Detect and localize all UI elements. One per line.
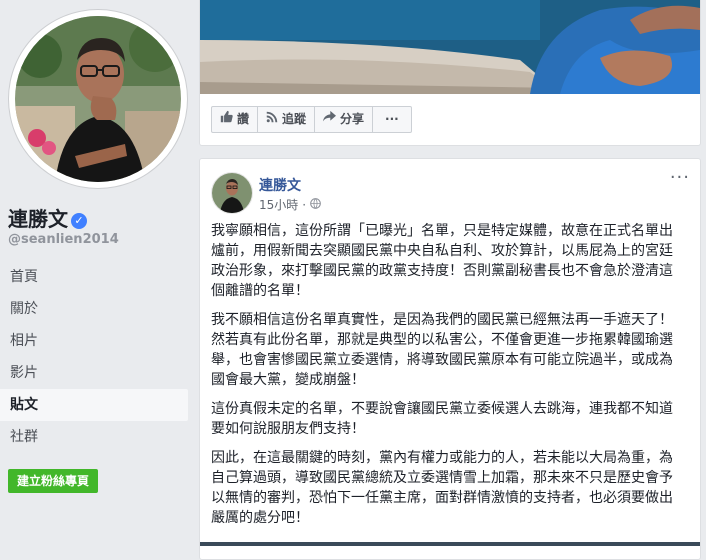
- avatar-illustration: [212, 173, 252, 213]
- post-author-name[interactable]: 連勝文: [259, 175, 301, 195]
- page-action-bar: 讚 追蹤 分享 ···: [211, 106, 412, 133]
- nav-item-home[interactable]: 首頁: [0, 261, 188, 293]
- post-author-avatar[interactable]: [211, 172, 253, 214]
- post-paragraph: 我不願相信這份名單真實性，是因為我們的國民黨已經無法再一手遮天了！然若真有此份名…: [211, 312, 673, 388]
- post-paragraph: 因此，在這最關鍵的時刻，黨內有權力或能力的人，若未能以大局為重，為自己算過頭，導…: [211, 450, 673, 526]
- page-name[interactable]: 連勝文 ✓: [8, 203, 87, 232]
- nav-item-posts[interactable]: 貼文: [0, 389, 188, 421]
- cover-card: 讚 追蹤 分享 ···: [199, 0, 701, 146]
- globe-icon[interactable]: [310, 197, 321, 212]
- profile-photo-illustration: [15, 16, 181, 182]
- post-body: 我寧願相信，這份所謂「已曝光」名單，只是特定媒體，故意在正式名單出爐前，用假新聞…: [211, 221, 681, 537]
- more-options-button[interactable]: ···: [373, 106, 412, 133]
- post-card: 連勝文 15小時 · ··· 我寧願相信，這份所謂「已曝光」名單，只是特定媒體，…: [199, 158, 701, 560]
- thumbs-up-icon: [220, 107, 233, 132]
- follow-page-label: 追蹤: [282, 112, 307, 126]
- rss-icon: [266, 107, 278, 132]
- page-name-text: 連勝文: [8, 207, 68, 231]
- nav-item-community[interactable]: 社群: [0, 421, 188, 453]
- share-page-button[interactable]: 分享: [315, 106, 374, 133]
- post-options-button[interactable]: ···: [670, 169, 690, 187]
- profile-picture[interactable]: [15, 16, 181, 182]
- follow-page-button[interactable]: 追蹤: [258, 106, 316, 133]
- create-page-button[interactable]: 建立粉絲專頁: [8, 469, 99, 493]
- page-handle[interactable]: @seanlien2014: [8, 232, 119, 247]
- share-page-label: 分享: [340, 112, 365, 126]
- nav-item-videos[interactable]: 影片: [0, 357, 188, 389]
- post-paragraph: 我寧願相信，這份所謂「已曝光」名單，只是特定媒體，故意在正式名單出爐前，用假新聞…: [211, 223, 673, 299]
- like-page-button[interactable]: 讚: [211, 106, 259, 133]
- post-timestamp[interactable]: 15小時: [259, 196, 298, 213]
- meta-separator: ·: [302, 197, 307, 212]
- verified-badge-icon: ✓: [71, 213, 87, 229]
- like-page-label: 讚: [237, 112, 250, 126]
- cover-photo-illustration: [200, 0, 700, 94]
- nav-item-about[interactable]: 關於: [0, 293, 188, 325]
- cover-photo[interactable]: [200, 0, 700, 94]
- post-meta: 15小時 ·: [259, 196, 321, 213]
- page-nav: 首頁 關於 相片 影片 貼文 社群: [0, 261, 188, 453]
- post-media-preview[interactable]: [200, 542, 700, 546]
- share-arrow-icon: [323, 107, 337, 132]
- post-paragraph: 這份真假未定的名單，不要說會讓國民黨立委候選人去跳海，連我都不知道要如何說服朋友…: [211, 401, 673, 437]
- profile-picture-frame[interactable]: [9, 10, 187, 188]
- nav-item-photos[interactable]: 相片: [0, 325, 188, 357]
